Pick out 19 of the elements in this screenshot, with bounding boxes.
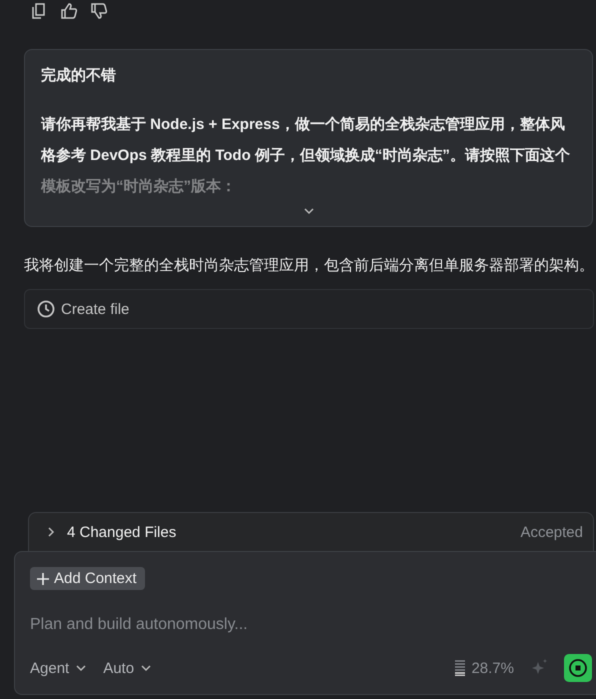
mode-dropdown[interactable]: Agent [30,660,88,676]
thumbs-up-icon[interactable] [60,2,78,20]
tool-call-label: Create file [61,300,130,318]
copy-icon[interactable] [30,2,48,20]
context-meter-icon [455,660,466,676]
prompt-input[interactable]: Plan and build autonomously... [30,610,570,640]
clock-icon [37,300,55,318]
thumbs-down-icon[interactable] [90,2,108,20]
changed-files-label: 4 Changed Files [67,524,178,540]
plus-icon [36,572,50,586]
assistant-message: 我将创建一个完整的全栈时尚杂志管理应用，包含前后端分离但单服务器部署的架构。 [24,256,595,276]
message-title: 完成的不错 [41,66,117,85]
stop-icon [568,658,588,678]
status-label: Accepted [520,524,583,540]
stop-button[interactable] [564,654,592,682]
changed-files-bar[interactable]: 4 Changed Files Accepted [28,512,594,551]
add-context-button[interactable]: Add Context [30,567,145,590]
model-dropdown[interactable]: Auto [103,660,152,676]
context-usage: 28.7% [471,660,514,676]
